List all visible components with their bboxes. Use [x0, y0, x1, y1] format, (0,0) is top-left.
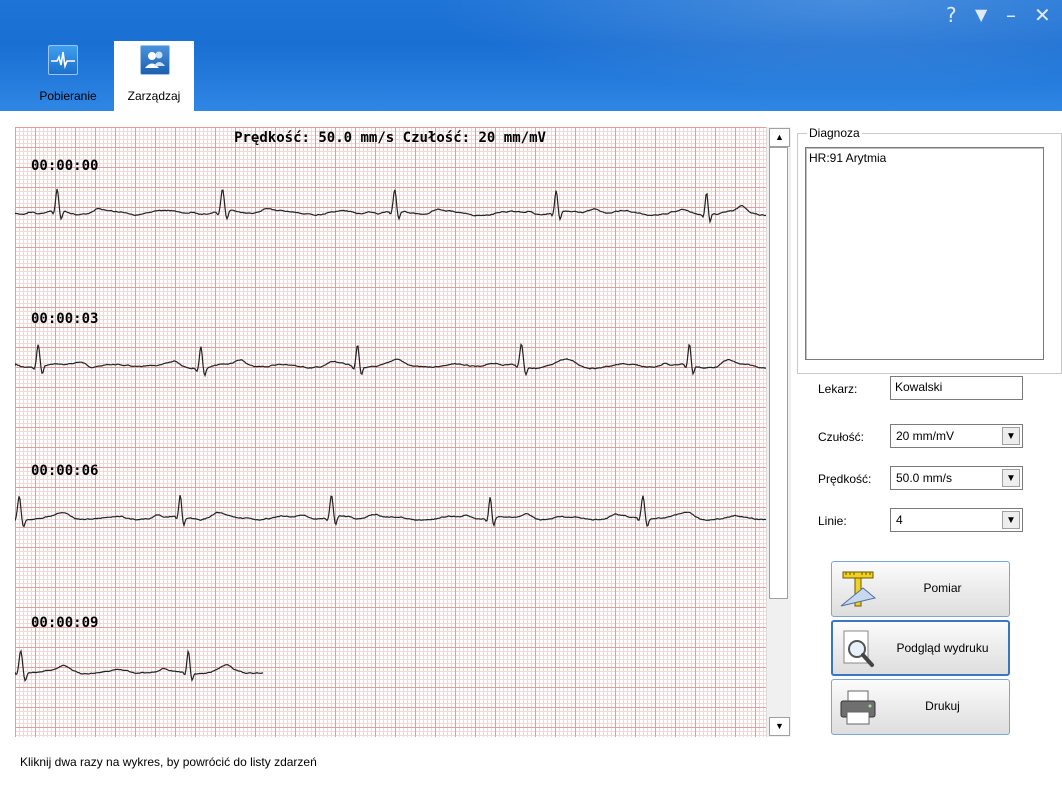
ecg-grid-svg[interactable]: Prędkość: 50.0 mm/s Czułość: 20 mm/mV 00…	[15, 127, 766, 737]
status-hint: Kliknij dwa razy na wykres, by powrócić …	[20, 755, 317, 769]
scroll-up-button[interactable]: ▲	[769, 128, 790, 147]
speed-label: Prędkość:	[818, 472, 872, 486]
ecg-timestamp: 00:00:06	[31, 463, 98, 479]
ecg-scrollbar[interactable]: ▲ ▼	[766, 127, 791, 737]
title-bar: ? ▼ – ✕ Pobieranie Zarządzaj	[0, 0, 1062, 111]
minimize-button[interactable]: –	[1006, 2, 1016, 28]
sensitivity-label: Czułość:	[818, 430, 865, 444]
measure-button[interactable]: Pomiar	[831, 561, 1010, 617]
lines-value: 4	[896, 513, 903, 527]
chevron-down-icon[interactable]: ▼	[1002, 427, 1020, 445]
diagnosis-legend: Diagnoza	[807, 126, 862, 140]
menu-dropdown-button[interactable]: ▼	[975, 2, 987, 28]
chevron-down-icon[interactable]: ▼	[1002, 469, 1020, 487]
ecg-title: Prędkość: 50.0 mm/s Czułość: 20 mm/mV	[234, 130, 546, 146]
print-preview-button[interactable]: Podgląd wydruku	[831, 620, 1010, 676]
diagnosis-textarea[interactable]: HR:91 Arytmia	[805, 147, 1044, 360]
tab-zarzadzaj[interactable]: Zarządzaj	[114, 41, 194, 111]
ruler-icon	[840, 571, 877, 607]
ecg-timestamp: 00:00:00	[31, 158, 98, 174]
print-preview-label: Podgląd wydruku	[896, 641, 989, 655]
ecg-timestamp: 00:00:09	[31, 615, 98, 631]
tab-label: Pobieranie	[39, 89, 97, 103]
print-button[interactable]: Drukuj	[831, 679, 1010, 735]
tab-label: Zarządzaj	[127, 89, 181, 103]
doctor-field[interactable]: Kowalski	[890, 376, 1023, 400]
help-button[interactable]: ?	[946, 2, 957, 28]
users-icon	[140, 45, 170, 75]
print-label: Drukuj	[925, 699, 960, 713]
tab-pobieranie[interactable]: Pobieranie	[33, 41, 103, 111]
ecg-chart[interactable]: Prędkość: 50.0 mm/s Czułość: 20 mm/mV 00…	[15, 127, 766, 737]
measure-label: Pomiar	[923, 581, 962, 595]
lines-select[interactable]: 4 ▼	[890, 508, 1023, 532]
speed-value: 50.0 mm/s	[896, 471, 953, 485]
printer-icon	[840, 690, 876, 725]
ecg-download-icon	[48, 45, 78, 75]
lines-label: Linie:	[818, 514, 847, 528]
ecg-minor-grid	[15, 127, 766, 737]
doctor-label: Lekarz:	[818, 382, 858, 396]
header-gloss	[362, 0, 1062, 111]
ecg-timestamp: 00:00:03	[31, 311, 98, 327]
magnifier-document-icon	[843, 630, 874, 667]
close-button[interactable]: ✕	[1034, 2, 1051, 28]
chevron-down-icon[interactable]: ▼	[1002, 511, 1020, 529]
sensitivity-value: 20 mm/mV	[896, 429, 955, 443]
scroll-down-button[interactable]: ▼	[769, 717, 790, 736]
sensitivity-select[interactable]: 20 mm/mV ▼	[890, 424, 1023, 448]
speed-select[interactable]: 50.0 mm/s ▼	[890, 466, 1023, 490]
scroll-thumb[interactable]	[769, 147, 788, 599]
